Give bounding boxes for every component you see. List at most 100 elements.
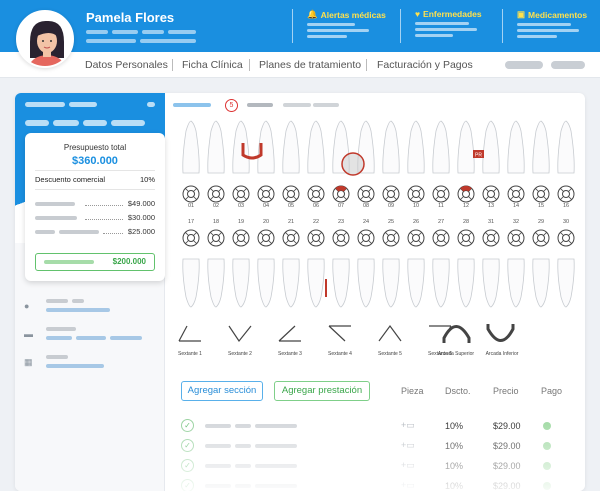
tooth-upper[interactable] [232,120,250,174]
tooth-lower[interactable] [232,258,250,308]
tooth-select-icon[interactable]: +▭ [401,460,415,471]
tooth-surface-center[interactable] [262,190,270,198]
tooth-lower[interactable] [532,258,550,308]
tooth-surface-center[interactable] [362,190,370,198]
sextant-label[interactable]: Arcada Inferior [479,351,525,357]
tooth-lower[interactable] [557,258,575,308]
tooth-surface-center[interactable] [387,234,395,242]
tooth-select-icon[interactable]: +▭ [401,480,415,491]
tooth-surface-center[interactable] [487,190,495,198]
sextant-label[interactable]: Arcada Superior [433,351,479,357]
tooth-surface-center[interactable] [237,190,245,198]
tooth-surface-center[interactable] [437,190,445,198]
tooth-upper[interactable] [457,120,475,174]
nav-placeholder-button[interactable] [551,61,585,69]
tooth-lower[interactable] [332,258,350,308]
check-icon[interactable]: ✓ [181,439,194,452]
tooth-surface-center[interactable] [287,190,295,198]
tooth-upper[interactable] [182,120,200,174]
check-icon[interactable]: ✓ [181,419,194,432]
alert-diseases[interactable]: ♥ Enfermedades [400,9,500,43]
odontogram-chart[interactable]: PR [165,93,585,373]
nav-separator [249,59,250,71]
tooth-upper[interactable] [557,120,575,174]
tooth-upper[interactable] [307,120,325,174]
table-row[interactable]: ✓ +▭ 10% $29.00 [181,418,561,436]
check-icon[interactable]: ✓ [181,479,194,491]
tooth-select-icon[interactable]: +▭ [401,440,415,451]
tooth-surface-center[interactable] [512,190,520,198]
tooth-surface-center[interactable] [212,190,220,198]
tooth-upper[interactable] [407,120,425,174]
table-row[interactable]: ✓ +▭ 10% $29.00 [181,438,561,456]
sidebar-item-folder[interactable]: ▬ [24,326,154,346]
tooth-surface-center[interactable] [337,234,345,242]
tooth-lower[interactable] [407,258,425,308]
tooth-select-icon[interactable]: +▭ [401,420,415,431]
tooth-lower[interactable] [382,258,400,308]
alert-medications[interactable]: ▣ Medicamentos [502,9,598,43]
tooth-lower[interactable] [432,258,450,308]
tooth-surface-center[interactable] [562,190,570,198]
budget-final-total[interactable]: $200.000 [35,253,155,271]
tooth-lower[interactable] [357,258,375,308]
tooth-upper[interactable] [507,120,525,174]
sextant-label[interactable]: Sextante 5 [367,351,413,357]
tooth-surface-center[interactable] [562,234,570,242]
sextant-label[interactable]: Sextante 2 [217,351,263,357]
tooth-surface-center[interactable] [312,234,320,242]
sextant-label[interactable]: Sextante 4 [317,351,363,357]
tooth-surface-center[interactable] [262,234,270,242]
sidebar-item-doctor[interactable]: ● [24,298,154,318]
sidebar-item-clinic[interactable]: ▦ [24,354,154,374]
tooth-surface-center[interactable] [312,190,320,198]
tooth-upper[interactable] [207,120,225,174]
nav-placeholder-button[interactable] [505,61,543,69]
check-icon[interactable]: ✓ [181,459,194,472]
dot-leader [103,233,123,234]
nav-facturacion-pagos[interactable]: Facturación y Pagos [377,59,473,71]
tooth-lower[interactable] [282,258,300,308]
tooth-lower[interactable] [307,258,325,308]
tooth-surface-center[interactable] [412,190,420,198]
add-service-button[interactable]: Agregar prestación [274,381,370,401]
tooth-surface-center[interactable] [187,234,195,242]
tooth-surface-center[interactable] [337,190,345,198]
tooth-lower[interactable] [507,258,525,308]
tooth-upper[interactable] [432,120,450,174]
sextant-label[interactable]: Sextante 1 [167,351,213,357]
tooth-upper[interactable] [482,120,500,174]
tooth-surface-center[interactable] [487,234,495,242]
table-row[interactable]: ✓ +▭ 10% $29.00 [181,478,561,491]
tooth-lower[interactable] [482,258,500,308]
tooth-lower[interactable] [182,258,200,308]
nav-planes-tratamiento[interactable]: Planes de tratamiento [259,59,361,71]
tooth-surface-center[interactable] [537,190,545,198]
tooth-lower[interactable] [257,258,275,308]
tooth-lower[interactable] [207,258,225,308]
add-section-button[interactable]: Agregar sección [181,381,263,401]
tooth-surface-center[interactable] [437,234,445,242]
tooth-upper[interactable] [282,120,300,174]
tooth-surface-center[interactable] [537,234,545,242]
tooth-surface-center[interactable] [237,234,245,242]
tooth-surface-center[interactable] [187,190,195,198]
tooth-surface-center[interactable] [212,234,220,242]
alert-medical[interactable]: 🔔 Alertas médicas [292,9,396,43]
tooth-surface-center[interactable] [512,234,520,242]
tooth-surface-center[interactable] [387,190,395,198]
tooth-upper[interactable] [532,120,550,174]
tooth-surface-center[interactable] [462,190,470,198]
tooth-surface-center[interactable] [362,234,370,242]
table-row[interactable]: ✓ +▭ 10% $29.00 [181,458,561,476]
placeholder-line [235,444,251,448]
tooth-surface-center[interactable] [462,234,470,242]
avatar[interactable] [16,10,74,68]
tooth-surface-center[interactable] [412,234,420,242]
tooth-lower[interactable] [457,258,475,308]
sextant-label[interactable]: Sextante 3 [267,351,313,357]
nav-datos-personales[interactable]: Datos Personales [85,59,168,71]
tooth-upper[interactable] [382,120,400,174]
tooth-surface-center[interactable] [287,234,295,242]
nav-ficha-clinica[interactable]: Ficha Clínica [182,59,243,71]
